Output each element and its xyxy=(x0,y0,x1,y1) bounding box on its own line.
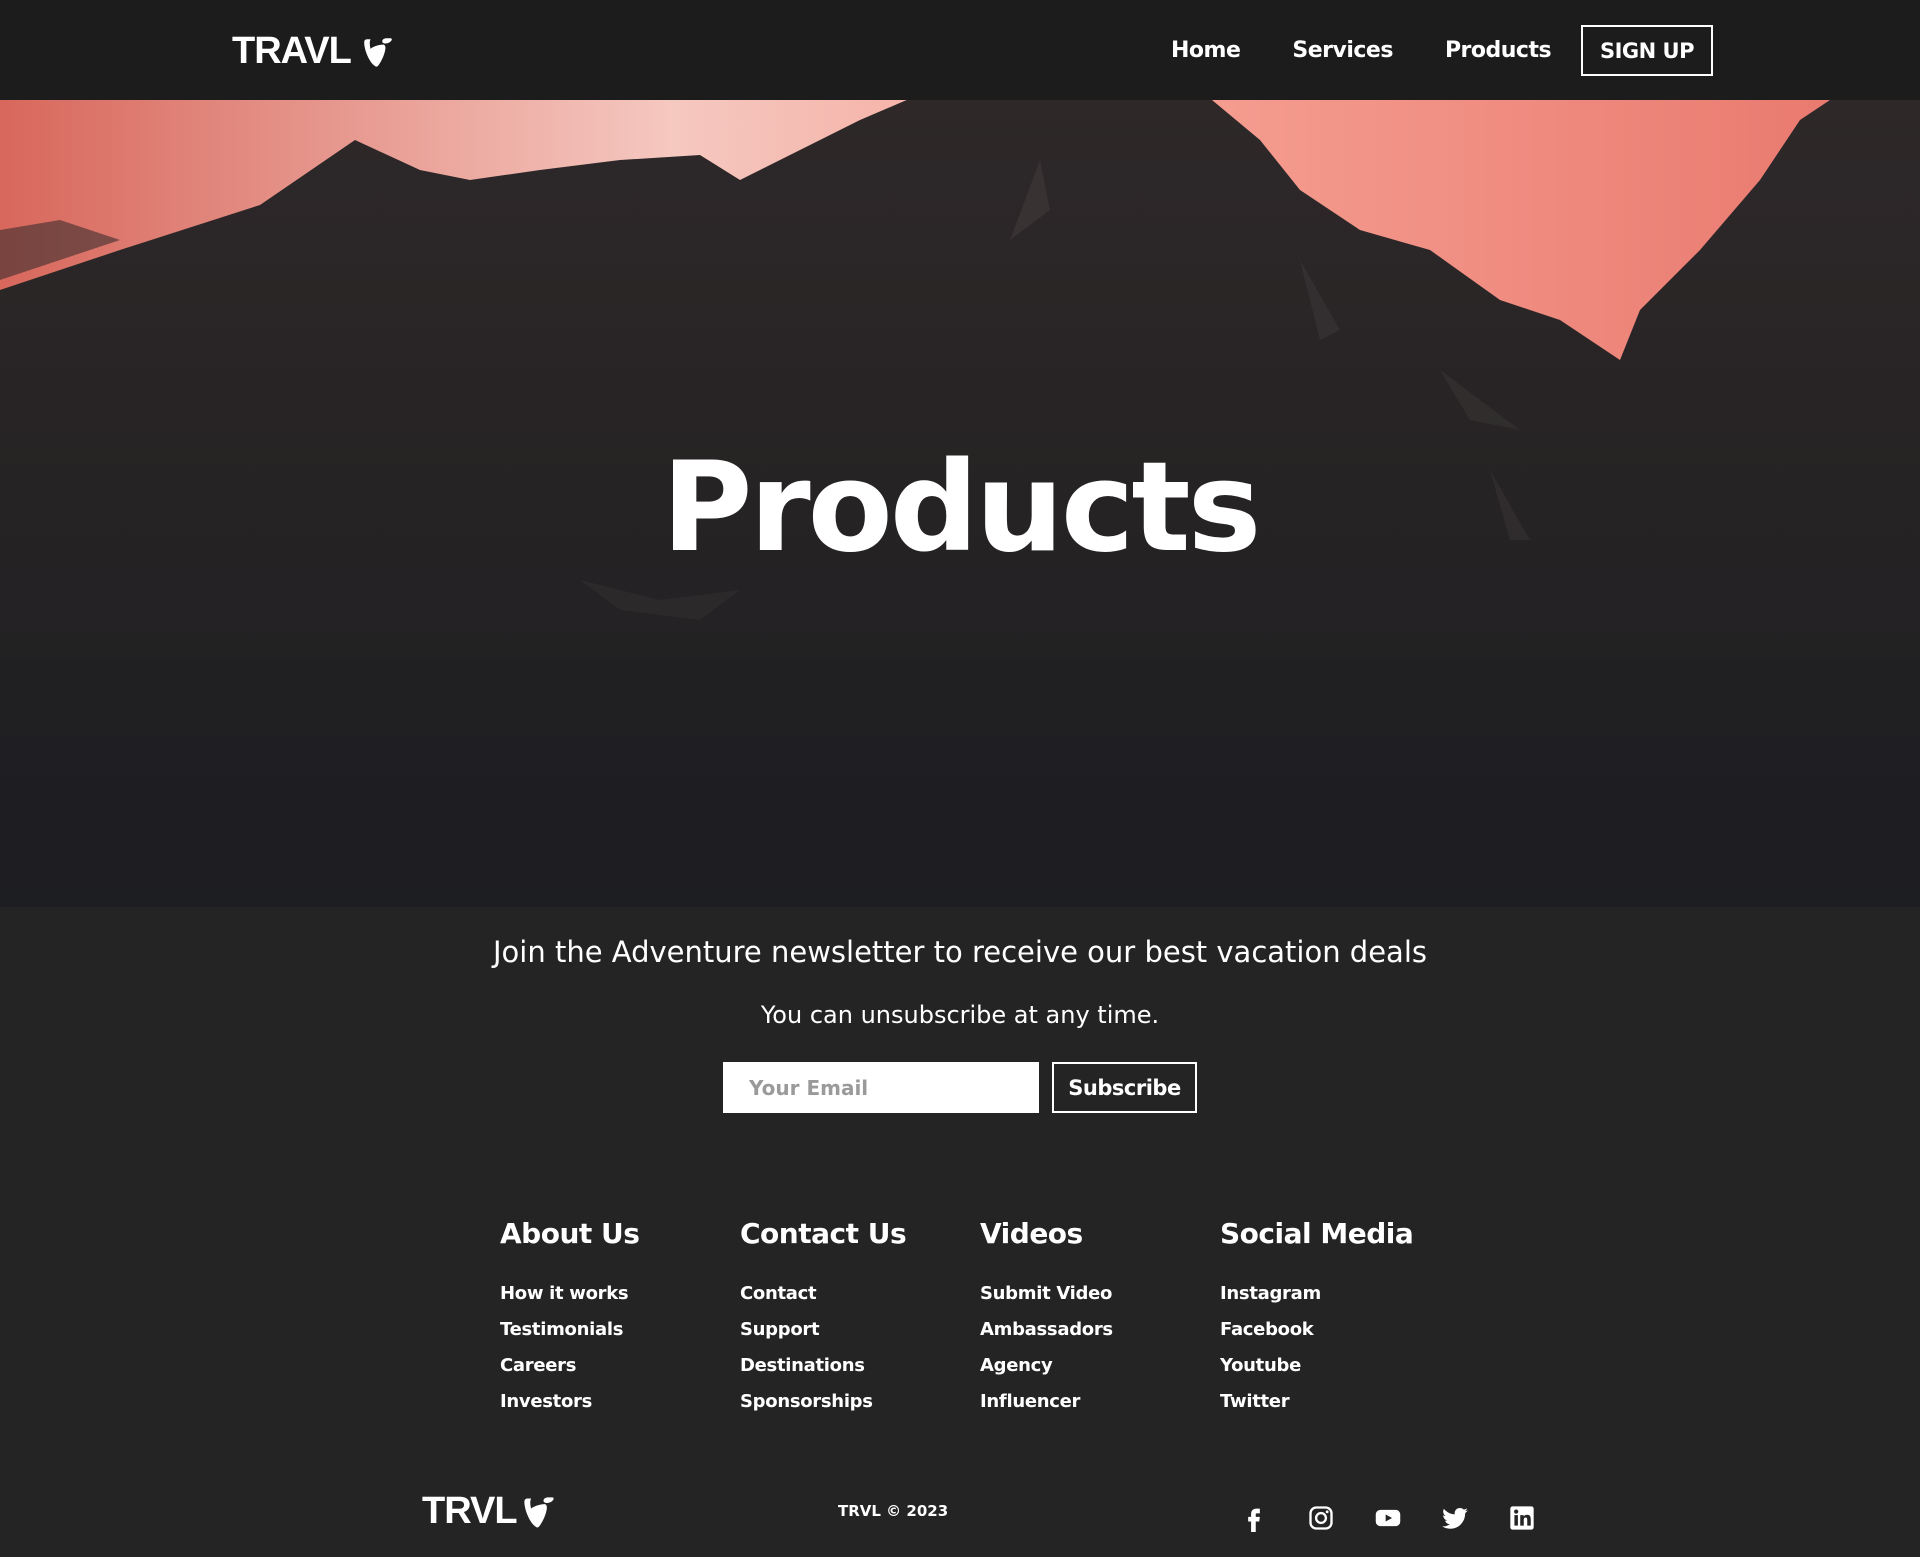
nav-link-services[interactable]: Services xyxy=(1266,38,1419,63)
footer-link[interactable]: Careers xyxy=(500,1348,720,1384)
footer-brand-name: TRVL xyxy=(422,1490,518,1532)
navbar: TRAVL Home Services Products SIGN UP xyxy=(0,0,1920,100)
hero-title: Products xyxy=(661,436,1262,580)
footer-link[interactable]: Ambassadors xyxy=(980,1312,1200,1348)
footer-link[interactable]: Investors xyxy=(500,1384,720,1420)
social-icons xyxy=(1220,1498,1555,1538)
footer-column-videos: Videos Submit Video Ambassadors Agency I… xyxy=(980,1214,1200,1420)
brand-name: TRAVL xyxy=(232,30,352,72)
footer-link[interactable]: Instagram xyxy=(1220,1276,1440,1312)
footer-column-title: Social Media xyxy=(1220,1217,1414,1250)
footer-column-about-us: About Us How it works Testimonials Caree… xyxy=(500,1214,720,1420)
email-input[interactable] xyxy=(723,1062,1039,1113)
copyright-text: TRVL © 2023 xyxy=(838,1502,949,1520)
brand-logo[interactable]: TRAVL xyxy=(232,30,395,73)
twitter-icon[interactable] xyxy=(1421,1498,1488,1538)
footer-link[interactable]: Destinations xyxy=(740,1348,960,1384)
nav-link-home[interactable]: Home xyxy=(1145,38,1266,63)
footer-link[interactable]: Twitter xyxy=(1220,1384,1440,1420)
footer-link[interactable]: Agency xyxy=(980,1348,1200,1384)
nav-menu: Home Services Products xyxy=(1145,0,1577,100)
sign-up-button[interactable]: SIGN UP xyxy=(1581,25,1713,76)
footer-column-contact-us: Contact Us Contact Support Destinations … xyxy=(740,1214,960,1420)
footer-link[interactable]: Influencer xyxy=(980,1384,1200,1420)
facebook-icon[interactable] xyxy=(1220,1498,1287,1538)
footer-brand-logo[interactable]: TRVL xyxy=(422,1490,557,1533)
footer-link[interactable]: Facebook xyxy=(1220,1312,1440,1348)
footer-column-title: About Us xyxy=(500,1217,640,1250)
footer-link[interactable]: Support xyxy=(740,1312,960,1348)
footer-link[interactable]: Contact xyxy=(740,1276,960,1312)
footer-column-social-media: Social Media Instagram Facebook Youtube … xyxy=(1220,1214,1440,1420)
footer-link[interactable]: Sponsorships xyxy=(740,1384,960,1420)
footer-column-title: Videos xyxy=(980,1217,1083,1250)
footer-link[interactable]: Testimonials xyxy=(500,1312,720,1348)
footer-column-title: Contact Us xyxy=(740,1217,907,1250)
instagram-icon[interactable] xyxy=(1287,1498,1354,1538)
subscribe-button[interactable]: Subscribe xyxy=(1052,1062,1197,1113)
linkedin-icon[interactable] xyxy=(1488,1498,1555,1538)
footer-link[interactable]: Youtube xyxy=(1220,1348,1440,1384)
footer-link[interactable]: Submit Video xyxy=(980,1276,1200,1312)
typo3-logo-icon xyxy=(523,1496,554,1527)
newsletter-subtext: You can unsubscribe at any time. xyxy=(760,1001,1160,1029)
nav-link-products[interactable]: Products xyxy=(1419,38,1577,63)
footer-link[interactable]: How it works xyxy=(500,1276,720,1312)
youtube-icon[interactable] xyxy=(1354,1498,1421,1538)
newsletter-heading: Join the Adventure newsletter to receive… xyxy=(493,935,1427,969)
typo3-logo-icon xyxy=(364,37,392,67)
hero-section: Products xyxy=(0,100,1920,907)
